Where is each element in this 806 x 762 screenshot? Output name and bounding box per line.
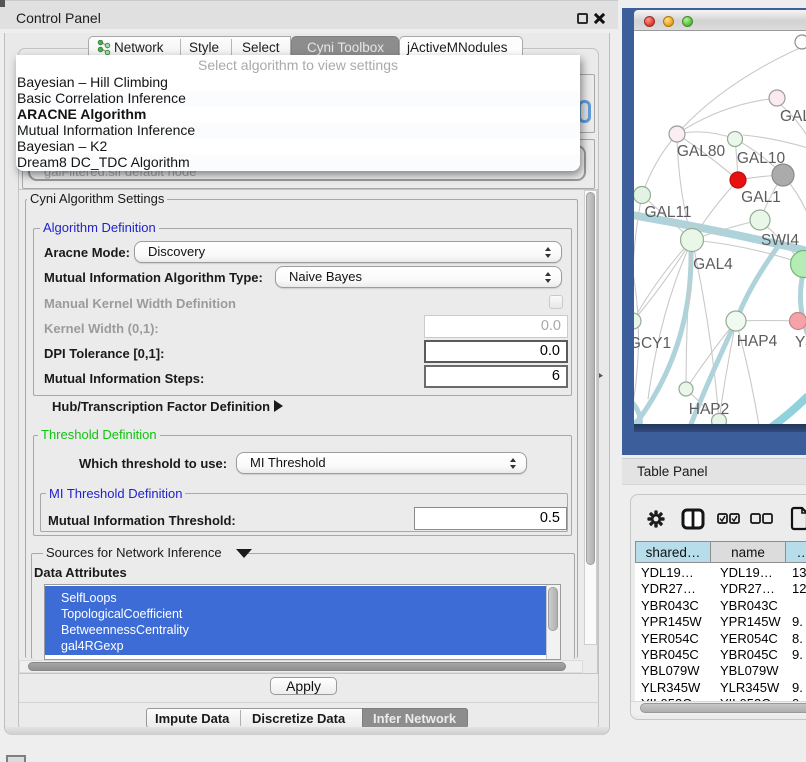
svg-text:HAP4: HAP4	[737, 333, 778, 350]
svg-text:GCY1: GCY1	[634, 335, 671, 352]
svg-text:YJ: YJ	[795, 334, 806, 351]
svg-text:HAP2: HAP2	[689, 401, 730, 418]
svg-text:GAL11: GAL11	[644, 204, 691, 221]
svg-text:GAL1: GAL1	[741, 189, 781, 206]
svg-text:GAL4: GAL4	[693, 256, 733, 273]
svg-text:GAL80: GAL80	[677, 143, 726, 160]
svg-text:GAL10: GAL10	[737, 150, 786, 167]
svg-text:GAL7: GAL7	[780, 108, 806, 125]
svg-text:SWI4: SWI4	[761, 232, 799, 249]
